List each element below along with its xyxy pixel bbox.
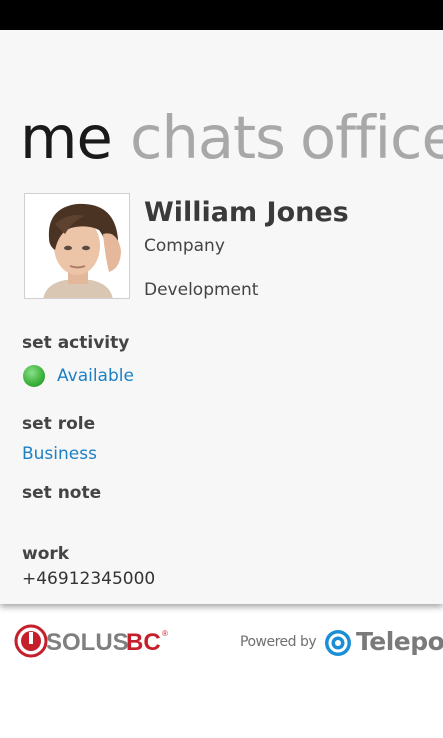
set-note-label[interactable]: set note xyxy=(22,483,101,503)
set-role-label[interactable]: set role xyxy=(22,414,95,434)
work-phone[interactable]: +46912345000 xyxy=(22,569,155,589)
profile-company: Company xyxy=(144,236,225,256)
role-value[interactable]: Business xyxy=(22,444,97,464)
status-bar xyxy=(0,0,443,30)
profile-department: Development xyxy=(144,280,259,300)
pivot-tab-office[interactable]: office xyxy=(300,105,443,171)
pivot-tab-me[interactable]: me xyxy=(20,105,113,171)
status-available-icon xyxy=(23,365,45,387)
telepo-logo-icon xyxy=(325,630,351,656)
telepo-brand-text: Telepo xyxy=(356,627,443,656)
profile-name: William Jones xyxy=(144,197,349,228)
avatar[interactable] xyxy=(24,193,130,299)
solusbc-logo-icon: SOLUS BC ® xyxy=(14,624,168,658)
pivot-tab-chats[interactable]: chats xyxy=(130,105,286,171)
avatar-photo xyxy=(25,194,129,298)
work-label: work xyxy=(22,544,70,564)
svg-text:BC: BC xyxy=(126,629,161,656)
svg-text:SOLUS: SOLUS xyxy=(46,629,129,656)
svg-text:®: ® xyxy=(162,629,168,638)
activity-value[interactable]: Available xyxy=(57,366,134,386)
powered-by-text: Powered by xyxy=(240,634,317,650)
set-activity-label[interactable]: set activity xyxy=(22,333,129,353)
